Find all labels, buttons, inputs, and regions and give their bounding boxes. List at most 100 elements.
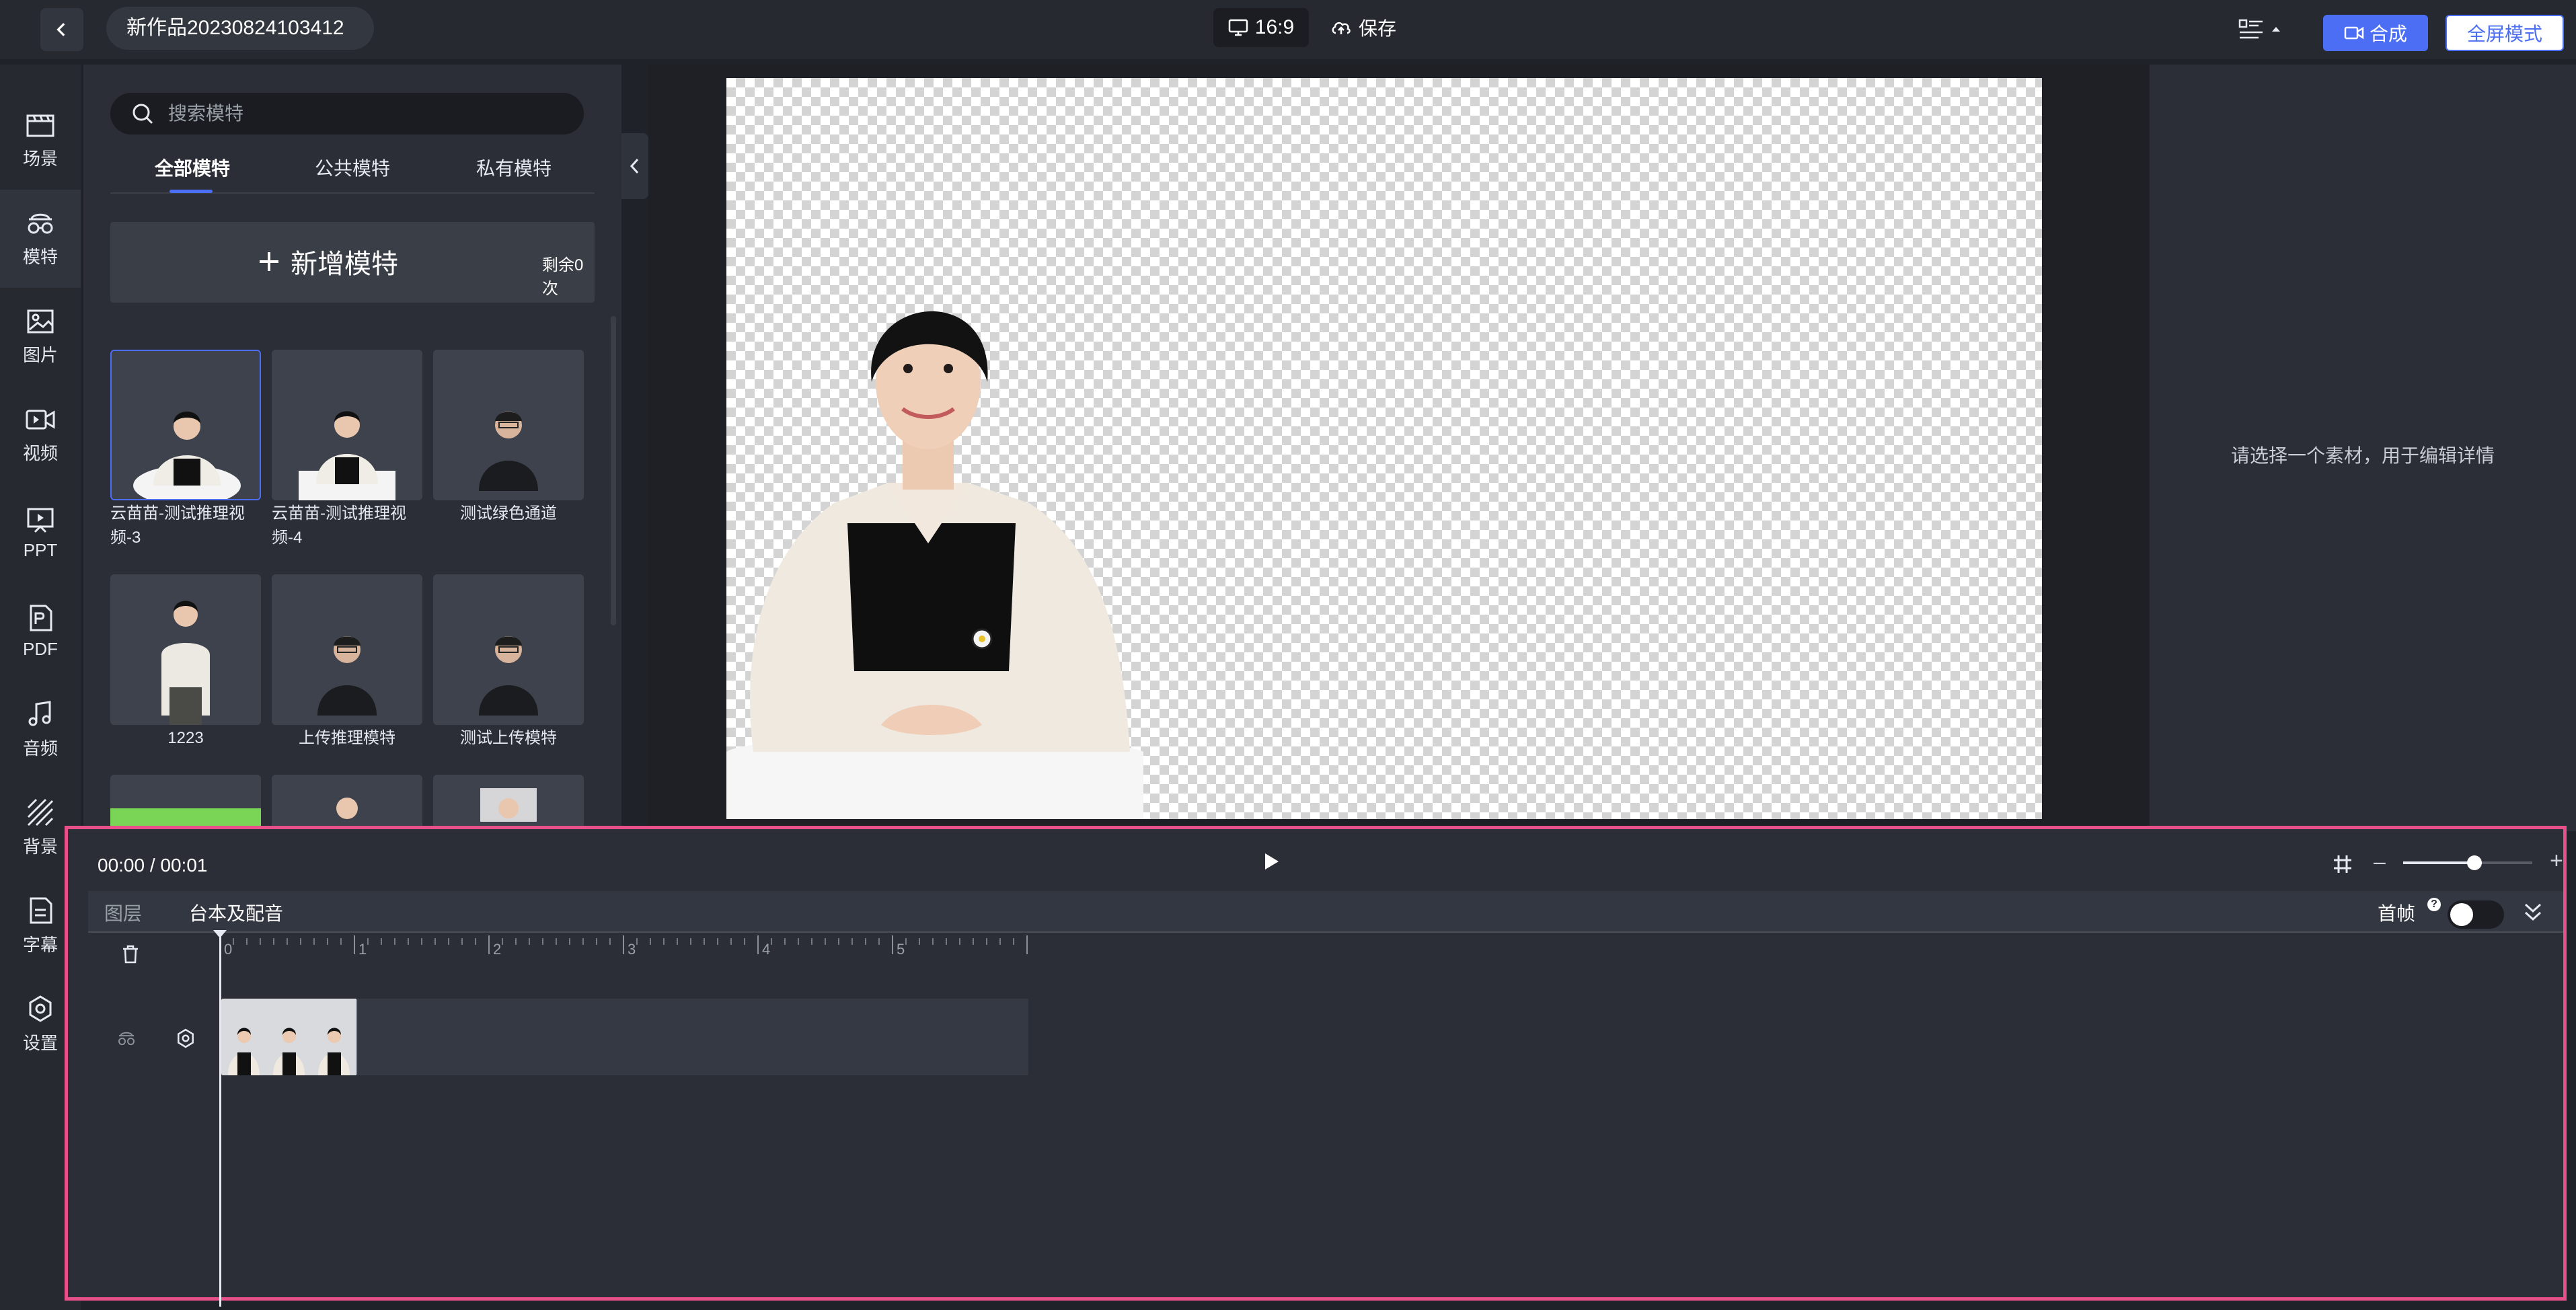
layout-menu-button[interactable] (2238, 11, 2289, 47)
active-tab-indicator (169, 190, 213, 193)
track-settings-button[interactable] (176, 1028, 196, 1052)
panel-scrollbar[interactable] (611, 316, 616, 625)
model-thumbnail (110, 574, 261, 725)
model-thumbnail (110, 775, 261, 831)
model-icon (118, 1032, 135, 1046)
sidebar-label: 背景 (22, 836, 58, 857)
sidebar-item-ppt[interactable]: PPT (0, 484, 81, 582)
zoom-out-button[interactable]: – (2374, 849, 2386, 874)
model-label: 云苗苗-测试推理视频-4 (272, 504, 406, 547)
chevron-left-icon (630, 158, 639, 174)
zoom-slider-knob[interactable] (2466, 855, 2482, 870)
zoom-in-button[interactable]: + (2550, 848, 2563, 874)
sidebar-item-scene[interactable]: 场景 (0, 91, 81, 190)
list-layout-icon (2238, 19, 2263, 39)
ruler-label: 4 (762, 941, 770, 958)
play-icon (1265, 853, 1279, 870)
sidebar-item-audio[interactable]: 音频 (0, 681, 81, 779)
clip-frame (221, 999, 266, 1075)
tab-layers[interactable]: 图层 (104, 899, 142, 926)
play-button[interactable] (1261, 851, 1281, 876)
model-card[interactable] (272, 775, 422, 831)
remaining-count: 剩余0次 (542, 256, 584, 298)
tab-all-models[interactable]: 全部模特 (155, 151, 230, 192)
sidebar-label: 图片 (22, 344, 58, 365)
sidebar-label: 视频 (22, 442, 58, 463)
grid-icon (2334, 855, 2351, 873)
sidebar-item-video[interactable]: 视频 (0, 386, 81, 484)
project-title[interactable]: 新作品20230824103412 (106, 7, 374, 50)
compose-button[interactable]: 合成 (2323, 15, 2428, 51)
first-frame-label: 首帧 (2378, 903, 2416, 924)
image-icon (27, 309, 54, 333)
sidebar-label: PPT (23, 539, 58, 560)
playhead-line[interactable] (219, 930, 221, 1307)
search-box (110, 93, 584, 134)
timeline-ruler[interactable]: 0 1 2 3 4 5 (219, 934, 1093, 961)
zoom-slider-fill (2403, 861, 2474, 864)
model-thumbnail (112, 351, 260, 499)
subtitle-icon (30, 897, 52, 923)
search-input[interactable] (168, 103, 545, 124)
sidebar-label: PDF (23, 638, 58, 659)
video-export-icon (2344, 26, 2364, 40)
aspect-ratio-label: 16:9 (1254, 16, 1295, 38)
collapse-panel-button[interactable] (621, 133, 648, 199)
background-icon (27, 798, 54, 826)
preview-canvas[interactable] (726, 78, 2042, 819)
model-card[interactable] (433, 350, 584, 500)
model-card[interactable] (110, 775, 261, 831)
model-card[interactable] (433, 775, 584, 831)
model-label: 1223 (167, 729, 204, 747)
aspect-ratio-button[interactable]: 16:9 (1213, 8, 1309, 47)
music-note-icon (28, 700, 51, 726)
model-thumbnail (433, 350, 584, 500)
add-model-button[interactable]: 新增模特 剩余0次 (110, 222, 595, 303)
add-model-label: 新增模特 (291, 249, 398, 279)
compose-label: 合成 (2369, 24, 2407, 44)
ruler-label: 0 (224, 941, 232, 958)
collapse-timeline-button[interactable] (2522, 900, 2544, 927)
back-button[interactable] (40, 8, 83, 51)
sidebar-label: 设置 (22, 1032, 58, 1053)
presenter-figure[interactable] (726, 268, 1157, 819)
video-icon (26, 410, 55, 429)
tab-script-voiceover[interactable]: 台本及配音 (189, 899, 283, 926)
delete-button[interactable] (122, 945, 139, 967)
fullscreen-button[interactable]: 全屏模式 (2446, 15, 2564, 51)
model-clip[interactable] (221, 999, 357, 1075)
grid-toggle-button[interactable] (2332, 853, 2353, 878)
first-frame-toggle[interactable] (2448, 900, 2504, 929)
plus-icon (260, 252, 278, 271)
save-button[interactable]: 保存 (1330, 8, 1396, 47)
sidebar-item-pdf[interactable]: PDF (0, 582, 81, 681)
caret-up-icon (2272, 27, 2280, 32)
ruler-label: 2 (493, 941, 501, 958)
help-icon[interactable]: ? (2427, 898, 2441, 911)
add-model-label-wrap: 新增模特 (257, 242, 398, 281)
model-thumbnail (433, 775, 584, 831)
model-card[interactable] (110, 350, 261, 500)
timeline-tabs: 图层 台本及配音 (88, 891, 2563, 933)
model-card[interactable] (110, 574, 261, 725)
zoom-slider[interactable] (2403, 855, 2532, 870)
model-track[interactable] (221, 999, 1028, 1075)
tab-private-models[interactable]: 私有模特 (476, 151, 552, 192)
sidebar-item-image[interactable]: 图片 (0, 288, 81, 386)
sidebar-item-model[interactable]: 模特 (0, 190, 81, 288)
model-label: 云苗苗-测试推理视频-3 (110, 504, 245, 547)
model-thumbnail (272, 775, 422, 831)
ruler-label: 1 (358, 941, 367, 958)
chevron-left-icon (56, 23, 65, 36)
sidebar-label: 场景 (22, 148, 58, 169)
model-thumbnail (272, 350, 422, 500)
clip-frame (311, 999, 356, 1075)
model-card[interactable] (272, 350, 422, 500)
model-tabs: 全部模特 公共模特 私有模特 (110, 151, 595, 194)
properties-panel: 请选择一个素材，用于编辑详情 (2150, 65, 2576, 831)
tab-public-models[interactable]: 公共模特 (315, 151, 390, 192)
pdf-icon (30, 605, 52, 631)
model-card[interactable] (433, 574, 584, 725)
model-icon (28, 213, 53, 233)
model-card[interactable] (272, 574, 422, 725)
